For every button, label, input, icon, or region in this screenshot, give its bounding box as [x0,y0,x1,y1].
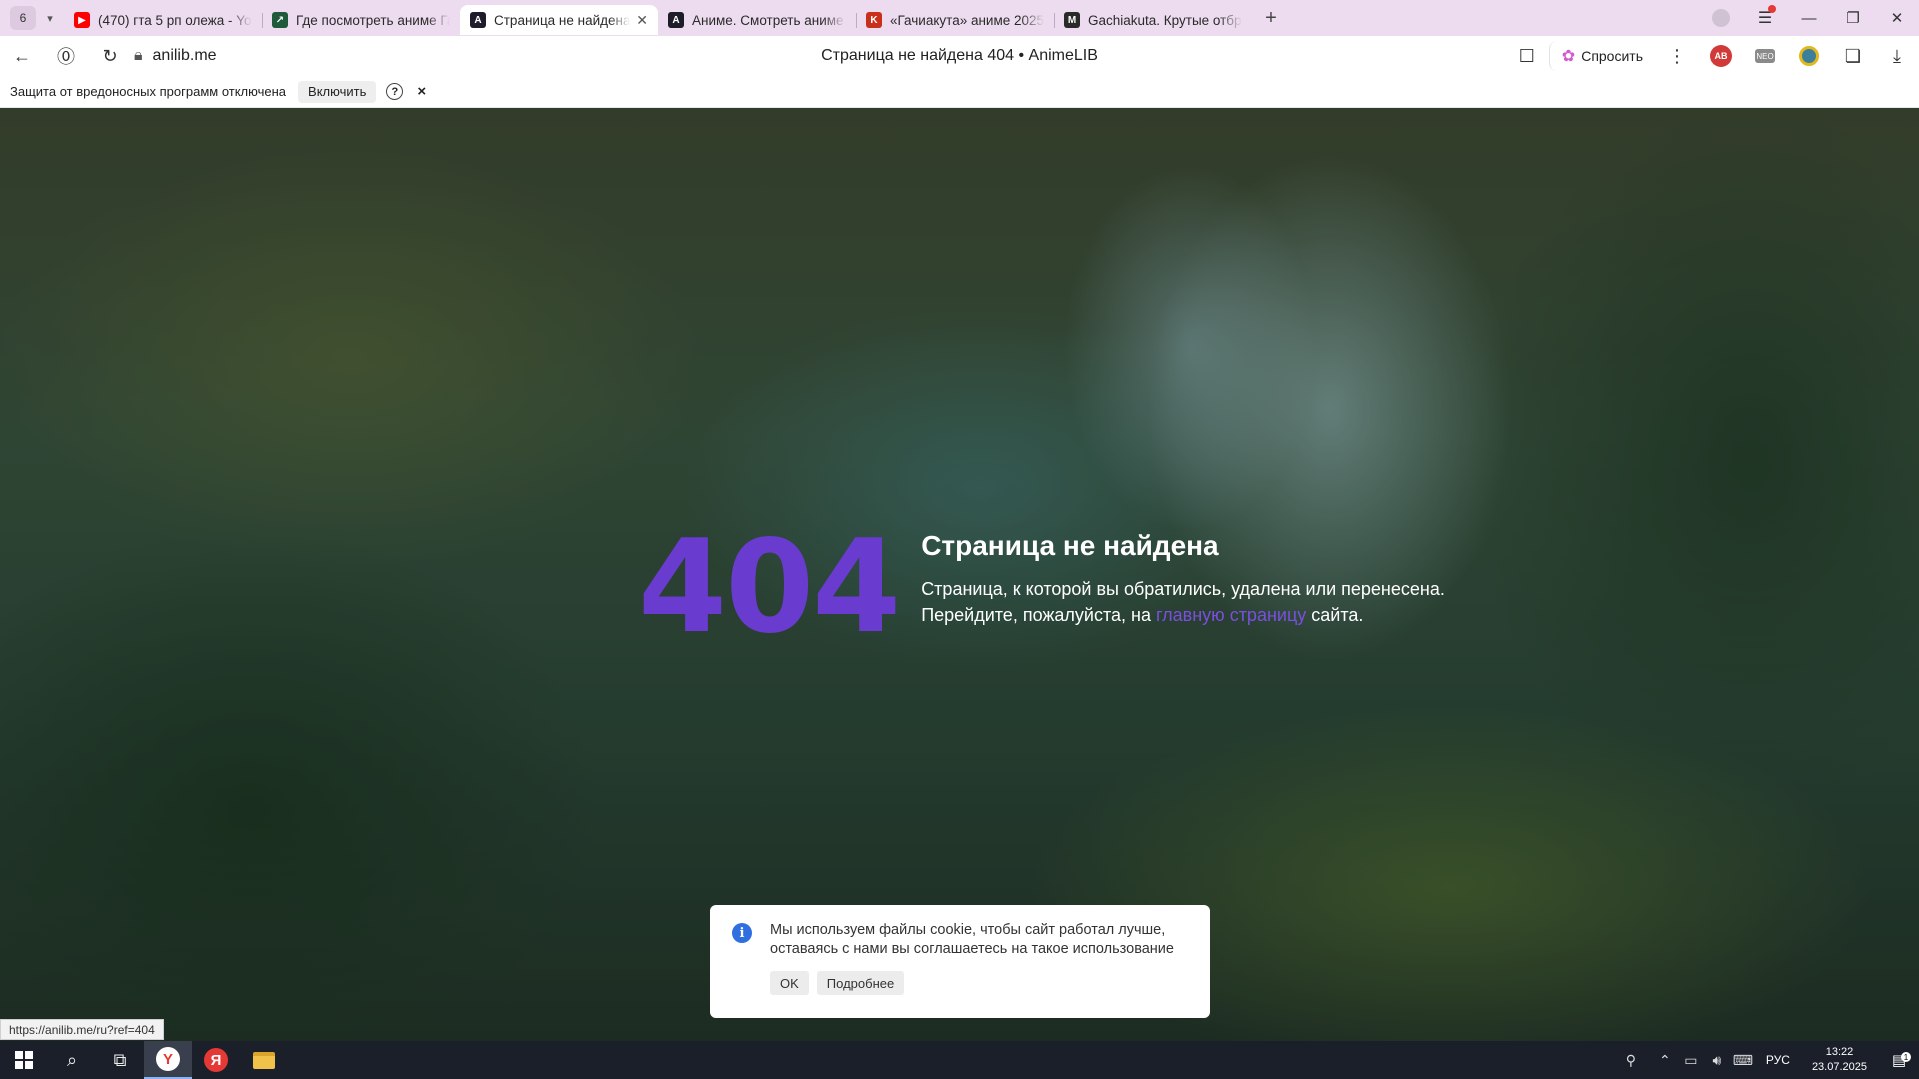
protection-warning-bar: Защита от вредоносных программ отключена… [0,76,1919,108]
tab-youtube[interactable]: ▶ (470) гта 5 рп олежа - YouTube [64,5,262,35]
language-indicator[interactable]: РУС [1756,1053,1800,1067]
notifications-button[interactable]: ☰ [1743,0,1787,36]
cookie-ok-button[interactable]: OK [770,971,809,995]
minimize-button[interactable]: — [1787,0,1831,36]
network-icon[interactable]: ▭ [1678,1052,1704,1069]
tab-strip: 6 ▾ ▶ (470) гта 5 рп олежа - YouTube ↗ Г… [0,0,1919,36]
animelib-icon: A [470,12,486,28]
address-bar-row: ← ⓪ ↻ 🔒︎ anilib.me Страница не найдена 4… [0,36,1919,76]
error-line-2: Перейдите, пожалуйста, на главную страни… [921,602,1445,628]
reload-icon[interactable]: ↻ [88,36,132,76]
new-tab-plus-icon[interactable]: + [1258,5,1284,31]
yandex-taskbar-button[interactable]: Я [192,1041,240,1079]
keyboard-icon[interactable]: ⌨ [1730,1052,1756,1069]
restore-button[interactable]: ❐ [1831,0,1875,36]
animelib-icon: A [668,12,684,28]
error-description: Страница, к которой вы обратились, удале… [921,576,1445,628]
search-icon[interactable]: ⌕ [48,1041,96,1079]
yandex-browser-icon: Y [156,1047,180,1071]
taskbar: ⌕ ⧉ Y Я ⚲ ⌃ ▭ 🔊︎ ⌨ РУС 13:22 23.07.2025 … [0,1041,1919,1079]
system-tray: ⚲ ⌃ ▭ 🔊︎ ⌨ РУС 13:22 23.07.2025 ▤ 1 [1618,1041,1919,1079]
tab-close-icon[interactable]: ✕ [636,12,648,29]
tab-title: «Гачиакута» аниме 2025 смотреть [890,12,1044,28]
page-viewport: 404 Страница не найдена Страница, к кото… [0,108,1919,1041]
tab-kinopoisk[interactable]: K «Гачиакута» аниме 2025 смотреть [856,5,1054,35]
error-code: 404 [638,513,901,662]
home-page-link[interactable]: главную страницу [1156,605,1306,625]
yandex-icon: Я [204,1048,228,1072]
adblock-extension-icon: AB [1710,45,1732,67]
ask-button[interactable]: ✿ Спросить [1548,41,1655,71]
tab-title: Где посмотреть аниме Гачиакута [296,12,450,28]
collections-icon[interactable]: ❏ [1831,36,1875,76]
youtube-icon: ▶ [74,12,90,28]
protect-shield-icon[interactable]: ⓪ [44,36,88,76]
error-text-block: Страница не найдена Страница, к которой … [921,530,1445,628]
back-arrow-icon[interactable]: ← [0,36,44,76]
lock-icon: 🔒︎ [134,47,143,64]
extension-adblock[interactable]: AB [1699,36,1743,76]
info-icon: i [732,923,752,943]
profile-avatar-icon [1712,9,1730,27]
file-explorer-taskbar-button[interactable] [240,1041,288,1079]
extension-coin[interactable] [1787,36,1831,76]
cookie-message: Мы используем файлы cookie, чтобы сайт р… [770,922,1174,957]
enable-protection-button[interactable]: Включить [298,80,377,103]
volume-icon[interactable]: 🔊︎ [1704,1052,1730,1069]
error-title: Страница не найдена [921,530,1219,561]
cookie-banner: i Мы используем файлы cookie, чтобы сайт… [710,905,1210,1018]
tab-count-button[interactable]: 6 [10,6,36,30]
error-line-2-suffix: сайта. [1306,605,1364,625]
ask-ai-icon: ✿ [1561,48,1576,65]
extension-neo[interactable]: NEO [1743,36,1787,76]
clock[interactable]: 13:22 23.07.2025 [1800,1045,1879,1075]
toolbar-right: ☐ ✿ Спросить ⋮ AB NEO ❏ ⤓ [1505,36,1919,76]
download-icon[interactable]: ⤓ [1875,36,1919,76]
m-site-icon: M [1064,12,1080,28]
error-line-2-prefix: Перейдите, пожалуйста, на [921,605,1156,625]
tray-expand-chevron-icon[interactable]: ⌃ [1652,1052,1678,1069]
more-menu-icon[interactable]: ⋮ [1655,36,1699,76]
tab-title: Аниме. Смотреть аниме онлайн [692,12,846,28]
error-block: 404 Страница не найдена Страница, к кото… [638,524,1445,652]
notifications-icon: ☰ [1758,5,1777,28]
neo-extension-icon: NEO [1755,49,1775,63]
warning-text: Защита от вредоносных программ отключена [10,84,287,99]
start-button[interactable] [0,1041,48,1079]
folder-icon [253,1051,275,1069]
task-view-icon[interactable]: ⧉ [96,1041,144,1079]
people-icon[interactable]: ⚲ [1618,1052,1644,1069]
error-line-1: Страница, к которой вы обратились, удале… [921,579,1445,599]
link-status-url: https://anilib.me/ru?ref=404 [0,1019,164,1040]
tab-title: Gachiakuta. Крутые отбросы [1088,12,1242,28]
notification-count: 1 [1901,1052,1911,1062]
cookie-more-button[interactable]: Подробнее [816,971,905,995]
clock-date: 23.07.2025 [1811,1061,1867,1073]
cookie-buttons: OK Подробнее [770,971,1190,995]
yandex-browser-taskbar-button[interactable]: Y [144,1041,192,1079]
coin-extension-icon [1799,46,1819,66]
kinopoisk-icon: K [866,12,882,28]
tab-animelib-404[interactable]: A Страница не найдена 404 • AnimeLIB ✕ [460,5,658,35]
tab-title: (470) гта 5 рп олежа - YouTube [98,12,252,28]
profile-button[interactable] [1699,0,1743,36]
window-controls: ☰ — ❐ ✕ [1699,0,1919,36]
address-field[interactable]: 🔒︎ anilib.me [134,47,217,65]
ask-label: Спросить [1581,48,1643,64]
clock-time: 13:22 [1825,1046,1854,1058]
tab-animelib-watch[interactable]: A Аниме. Смотреть аниме онлайн [658,5,856,35]
bookmark-icon[interactable]: ☐ [1505,36,1549,76]
url-text: anilib.me [152,47,217,64]
close-window-button[interactable]: ✕ [1875,0,1919,36]
action-center-button[interactable]: ▤ 1 [1879,1051,1919,1069]
tab-list-chevron-icon[interactable]: ▾ [36,6,64,30]
close-warning-icon[interactable]: × [417,83,426,100]
tab-gachiakuta-where[interactable]: ↗ Где посмотреть аниме Гачиакута [262,5,460,35]
tab-gachiakuta-m[interactable]: M Gachiakuta. Крутые отбросы [1054,5,1252,35]
tab-title: Страница не найдена 404 • AnimeLIB [494,12,631,28]
help-icon[interactable]: ? [386,83,404,100]
windows-logo-icon [15,1051,33,1069]
chart-site-icon: ↗ [272,12,288,28]
